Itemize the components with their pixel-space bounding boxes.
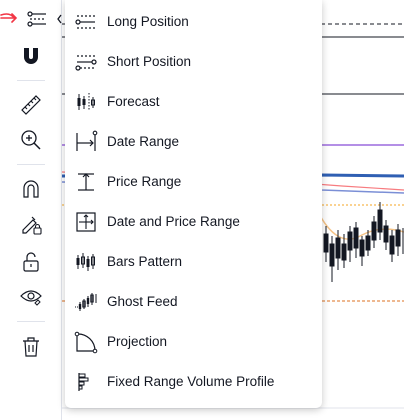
- magnet-button[interactable]: [0, 39, 62, 73]
- price-range-icon: [78, 173, 94, 191]
- ruler-icon: [21, 95, 41, 115]
- menu-item-label: Date Range: [107, 134, 180, 149]
- ghost-feed-icon: [75, 293, 97, 311]
- toolbar-divider: [17, 321, 45, 322]
- menu-item-fixed-range-volume-profile[interactable]: Fixed Range Volume Profile: [65, 362, 322, 402]
- menu-item-forecast[interactable]: Forecast: [65, 82, 322, 122]
- menu-item-label: Short Position: [107, 54, 192, 69]
- measure-tools-icon: [27, 11, 46, 27]
- eye-icon: [20, 290, 42, 306]
- long-position-icon: [75, 15, 95, 29]
- menu-item-price-range[interactable]: Price Range: [65, 162, 322, 202]
- short-position-icon: [75, 55, 97, 71]
- date-range-icon: [76, 130, 98, 151]
- menu-item-short-position[interactable]: Short Position: [65, 42, 322, 82]
- chevron-left-icon[interactable]: [56, 14, 63, 24]
- eye-button[interactable]: [0, 279, 62, 313]
- menu-item-date-range[interactable]: Date Range: [65, 122, 322, 162]
- volume-profile-icon: [78, 373, 89, 391]
- app-root: Long Position Short Position Forecast Da…: [0, 0, 404, 420]
- menu-item-label: Forecast: [107, 94, 160, 109]
- trash-icon: [23, 337, 39, 357]
- lock-drawing-icon: [22, 216, 42, 235]
- menu-item-label: Fixed Range Volume Profile: [107, 374, 275, 389]
- menu-item-label: Price Range: [107, 174, 182, 189]
- menu-item-label: Projection: [107, 334, 168, 349]
- bars-pattern-icon: [76, 253, 95, 271]
- zoom-in-button[interactable]: [0, 123, 62, 157]
- forecast-icon: [77, 93, 95, 111]
- date-price-range-icon: [76, 212, 96, 232]
- zoom-in-icon: [21, 130, 41, 150]
- toolbar-divider: [17, 164, 45, 165]
- measure-tools-menu: Long Position Short Position Forecast Da…: [65, 0, 322, 408]
- left-toolbar: [0, 0, 62, 420]
- menu-item-label: Long Position: [107, 14, 189, 29]
- ruler-button[interactable]: [0, 88, 62, 122]
- menu-item-label: Date and Price Range: [107, 214, 240, 229]
- magnet-mode-button[interactable]: [0, 172, 62, 206]
- menu-item-label: Ghost Feed: [107, 294, 178, 309]
- lock-button[interactable]: [0, 245, 62, 279]
- menu-item-long-position[interactable]: Long Position: [65, 2, 322, 42]
- lock-drawing-button[interactable]: [0, 208, 62, 242]
- menu-item-ghost-feed[interactable]: Ghost Feed: [65, 282, 322, 322]
- trash-button[interactable]: [0, 330, 62, 364]
- magnet-mode-icon: [23, 180, 39, 198]
- projection-icon: [74, 331, 98, 354]
- menu-item-bars-pattern[interactable]: Bars Pattern: [65, 242, 322, 282]
- magnet-icon: [24, 48, 38, 64]
- toolbar-divider: [17, 80, 45, 81]
- menu-item-projection[interactable]: Projection: [65, 322, 322, 362]
- menu-item-date-price-range[interactable]: Date and Price Range: [65, 202, 322, 242]
- lock-icon: [23, 252, 39, 272]
- menu-item-label: Bars Pattern: [107, 254, 183, 269]
